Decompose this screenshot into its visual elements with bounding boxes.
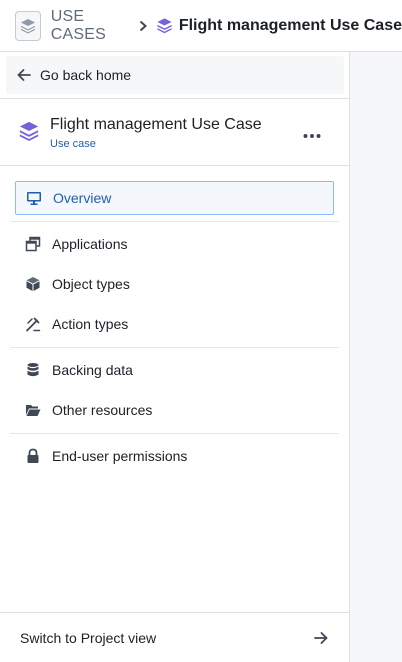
switch-to-project-view-button[interactable]: Switch to Project view <box>0 612 349 662</box>
switch-to-project-view-label: Switch to Project view <box>20 629 157 646</box>
nav-item-label: Action types <box>52 316 129 332</box>
breadcrumb-use-cases[interactable]: USE CASES <box>51 8 130 44</box>
nav-item-label: Backing data <box>52 362 133 378</box>
go-back-home-button[interactable]: Go back home <box>6 56 344 94</box>
more-horizontal-icon <box>303 134 321 138</box>
nav-item-overview[interactable]: Overview <box>15 181 334 215</box>
nav-item-end-user-permissions[interactable]: End-user permissions <box>15 439 334 473</box>
use-case-layers-icon <box>157 18 172 34</box>
lock-icon <box>24 447 42 465</box>
divider <box>10 433 339 434</box>
nav-item-other-resources[interactable]: Other resources <box>15 393 334 427</box>
arrow-right-icon <box>314 632 328 644</box>
action-types-icon <box>24 315 42 333</box>
nav-item-label: Object types <box>52 276 130 292</box>
top-bar: USE CASES Flight management Use Case <box>0 0 402 52</box>
arrow-left-icon <box>17 69 31 81</box>
breadcrumb-current-label: Flight management Use Case <box>178 16 402 34</box>
more-options-button[interactable] <box>300 124 324 148</box>
nav-item-object-types[interactable]: Object types <box>15 267 334 301</box>
applications-icon <box>24 235 42 253</box>
divider <box>10 221 339 222</box>
use-case-subtitle: Use case <box>50 138 96 150</box>
cube-icon <box>24 275 42 293</box>
use-case-layers-icon <box>19 121 39 142</box>
nav-item-applications[interactable]: Applications <box>15 227 334 261</box>
nav-item-label: Applications <box>52 236 128 252</box>
go-back-home-label: Go back home <box>40 67 132 83</box>
use-case-title: Flight management Use Case <box>50 116 262 133</box>
use-case-header: Flight management Use Case Use case <box>18 116 338 156</box>
main-content-area <box>350 52 402 662</box>
chevron-right-icon <box>138 20 148 32</box>
nav-item-label: Overview <box>53 190 112 206</box>
divider <box>0 98 349 99</box>
nav-item-label: Other resources <box>52 402 153 418</box>
nav-item-action-types[interactable]: Action types <box>15 307 334 341</box>
divider <box>0 165 349 166</box>
nav-item-label: End-user permissions <box>52 448 188 464</box>
database-icon <box>24 361 42 379</box>
monitor-icon <box>25 189 43 207</box>
nav-item-backing-data[interactable]: Backing data <box>15 353 334 387</box>
app-layers-icon[interactable] <box>15 10 41 41</box>
divider <box>10 347 339 348</box>
folder-open-icon <box>24 401 42 419</box>
breadcrumb-current: Flight management Use Case <box>156 17 402 35</box>
sidebar: Go back home Flight management Use Case … <box>0 52 350 662</box>
